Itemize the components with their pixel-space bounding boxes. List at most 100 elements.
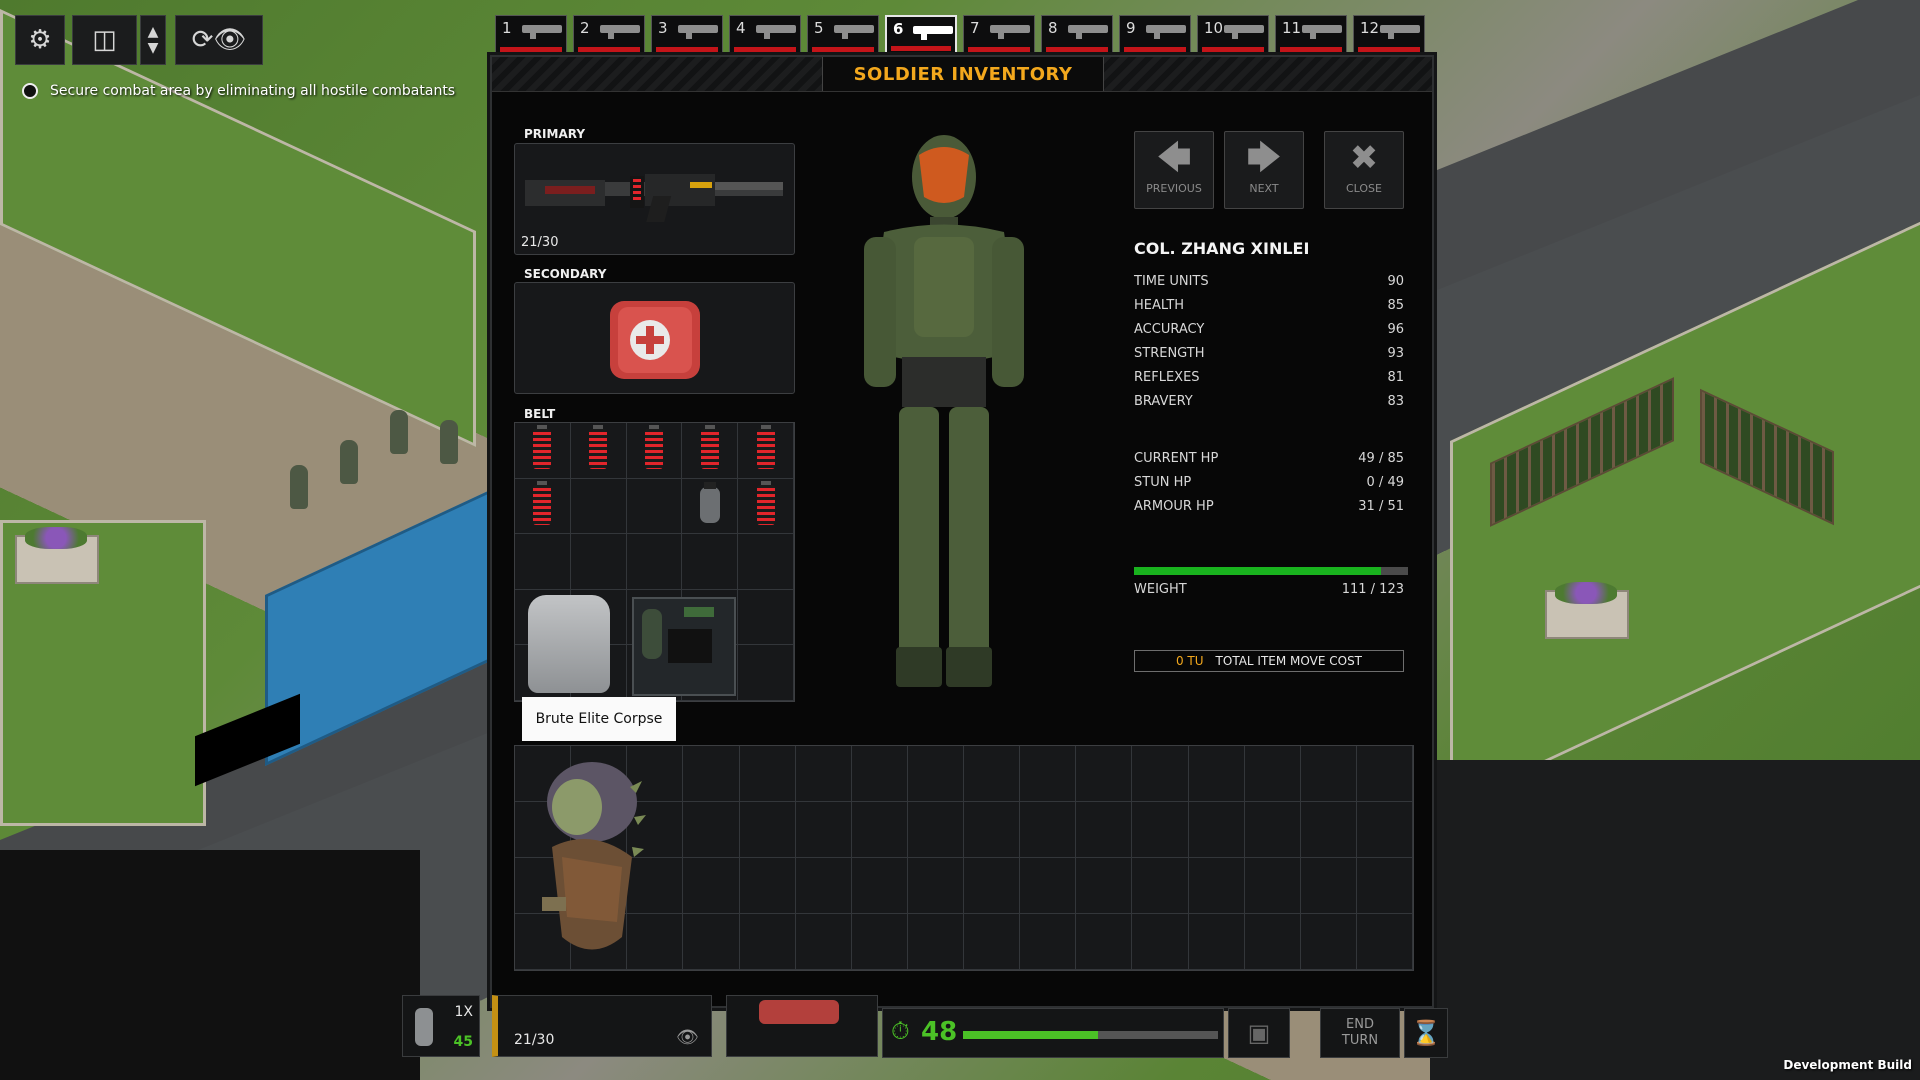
eye-icon[interactable]: 👁: [676, 1027, 699, 1048]
primary-slot[interactable]: 21/30: [514, 143, 795, 255]
squad-soldier[interactable]: [290, 465, 308, 509]
squad-tab-6[interactable]: 6: [885, 15, 957, 55]
grenade-icon[interactable]: [699, 481, 720, 523]
squad-tab-3[interactable]: 3: [651, 15, 723, 55]
ammo-clip-icon[interactable]: [700, 425, 719, 469]
squad-tab-1[interactable]: 1: [495, 15, 567, 55]
settings-gear-icon[interactable]: ⚙: [15, 15, 65, 65]
belt-cell[interactable]: [570, 534, 627, 590]
ground-cell[interactable]: [683, 746, 740, 802]
ground-cell[interactable]: [964, 746, 1021, 802]
ground-cell[interactable]: [795, 802, 852, 858]
squad-soldier[interactable]: [340, 440, 358, 484]
ground-cell[interactable]: [907, 746, 964, 802]
ground-cell[interactable]: [683, 858, 740, 914]
ground-cell[interactable]: [1132, 914, 1189, 970]
hourglass-icon[interactable]: ⌛: [1404, 1008, 1448, 1058]
ground-cell[interactable]: [1244, 802, 1301, 858]
belt-cell[interactable]: [626, 478, 683, 535]
belt-cell[interactable]: [515, 478, 571, 535]
belt-cell[interactable]: [570, 478, 627, 535]
belt-cell[interactable]: [626, 423, 683, 479]
belt-cell[interactable]: [682, 423, 739, 479]
belt-cell[interactable]: [515, 423, 571, 479]
ammo-clip-icon[interactable]: [533, 480, 552, 525]
ground-cell[interactable]: [1020, 858, 1077, 914]
ground-cell[interactable]: [1076, 746, 1133, 802]
armour-plate-icon[interactable]: [528, 595, 610, 693]
ground-cell[interactable]: [795, 746, 852, 802]
ground-cell[interactable]: [1300, 914, 1357, 970]
grenade-quick-slot[interactable]: 1X 45: [402, 995, 480, 1057]
ground-cell[interactable]: [1244, 858, 1301, 914]
close-button[interactable]: ✖ CLOSE: [1324, 131, 1404, 209]
ground-cell[interactable]: [1076, 914, 1133, 970]
ground-cell[interactable]: [795, 914, 852, 970]
ground-cell[interactable]: [1300, 858, 1357, 914]
ground-cell[interactable]: [683, 802, 740, 858]
squad-tab-10[interactable]: 10: [1197, 15, 1269, 55]
secondary-quick-slot[interactable]: [726, 995, 878, 1057]
ammo-clip-icon[interactable]: [756, 425, 775, 469]
ground-cell[interactable]: [851, 746, 908, 802]
ground-cell[interactable]: [907, 858, 964, 914]
squad-tab-4[interactable]: 4: [729, 15, 801, 55]
ground-cell[interactable]: [1244, 914, 1301, 970]
ground-cell[interactable]: [1076, 858, 1133, 914]
squad-tab-2[interactable]: 2: [573, 15, 645, 55]
squad-soldier[interactable]: [440, 420, 458, 464]
ground-cell[interactable]: [907, 802, 964, 858]
ground-cell[interactable]: [964, 802, 1021, 858]
ground-cell[interactable]: [1020, 746, 1077, 802]
ammo-clip-icon[interactable]: [533, 425, 552, 469]
chevron-down-icon[interactable]: ▼: [148, 40, 159, 56]
ground-cell[interactable]: [1300, 802, 1357, 858]
end-turn-button[interactable]: END TURN: [1320, 1008, 1400, 1058]
brute-elite-corpse-icon[interactable]: [522, 747, 662, 967]
belt-cell[interactable]: [515, 534, 571, 590]
ground-cell[interactable]: [1132, 802, 1189, 858]
scanner-device-icon[interactable]: [632, 597, 736, 696]
squad-tab-11[interactable]: 11: [1275, 15, 1347, 55]
squad-soldier[interactable]: [390, 410, 408, 454]
ground-cell[interactable]: [851, 802, 908, 858]
next-button[interactable]: 🡆 NEXT: [1224, 131, 1304, 209]
ground-cell[interactable]: [739, 914, 796, 970]
level-up-down-buttons[interactable]: ▲ ▼: [140, 15, 166, 65]
rotate-camera-eye-icon[interactable]: ⟳👁: [175, 15, 263, 65]
ground-cell[interactable]: [1188, 802, 1245, 858]
ground-cell[interactable]: [739, 746, 796, 802]
ground-cell[interactable]: [1020, 802, 1077, 858]
chevron-up-icon[interactable]: ▲: [148, 24, 159, 40]
belt-cell[interactable]: [738, 534, 794, 590]
ground-cell[interactable]: [851, 914, 908, 970]
ground-cell[interactable]: [1356, 858, 1413, 914]
squad-tab-5[interactable]: 5: [807, 15, 879, 55]
ground-cell[interactable]: [1356, 914, 1413, 970]
ground-cell[interactable]: [964, 914, 1021, 970]
belt-cell[interactable]: [626, 534, 683, 590]
ammo-clip-icon[interactable]: [756, 480, 775, 525]
ground-cell[interactable]: [683, 914, 740, 970]
belt-cell[interactable]: [738, 589, 794, 646]
ground-cell[interactable]: [1356, 802, 1413, 858]
belt-cell[interactable]: [738, 478, 794, 535]
ground-cell[interactable]: [1132, 746, 1189, 802]
ground-cell[interactable]: [1188, 914, 1245, 970]
ground-cell[interactable]: [964, 858, 1021, 914]
ground-cell[interactable]: [1188, 858, 1245, 914]
layers-icon[interactable]: ◫: [72, 15, 137, 65]
belt-cell[interactable]: [682, 478, 739, 535]
squad-tab-12[interactable]: 12: [1353, 15, 1425, 55]
ground-cell[interactable]: [851, 858, 908, 914]
ground-cell[interactable]: [1020, 914, 1077, 970]
squad-tab-8[interactable]: 8: [1041, 15, 1113, 55]
squad-tab-9[interactable]: 9: [1119, 15, 1191, 55]
belt-cell[interactable]: [738, 423, 794, 479]
ammo-clip-icon[interactable]: [644, 425, 663, 469]
inventory-backpack-icon[interactable]: ▣: [1228, 1008, 1290, 1058]
ground-cell[interactable]: [1076, 802, 1133, 858]
ground-cell[interactable]: [1188, 746, 1245, 802]
belt-cell[interactable]: [738, 645, 794, 701]
belt-cell[interactable]: [570, 423, 627, 479]
